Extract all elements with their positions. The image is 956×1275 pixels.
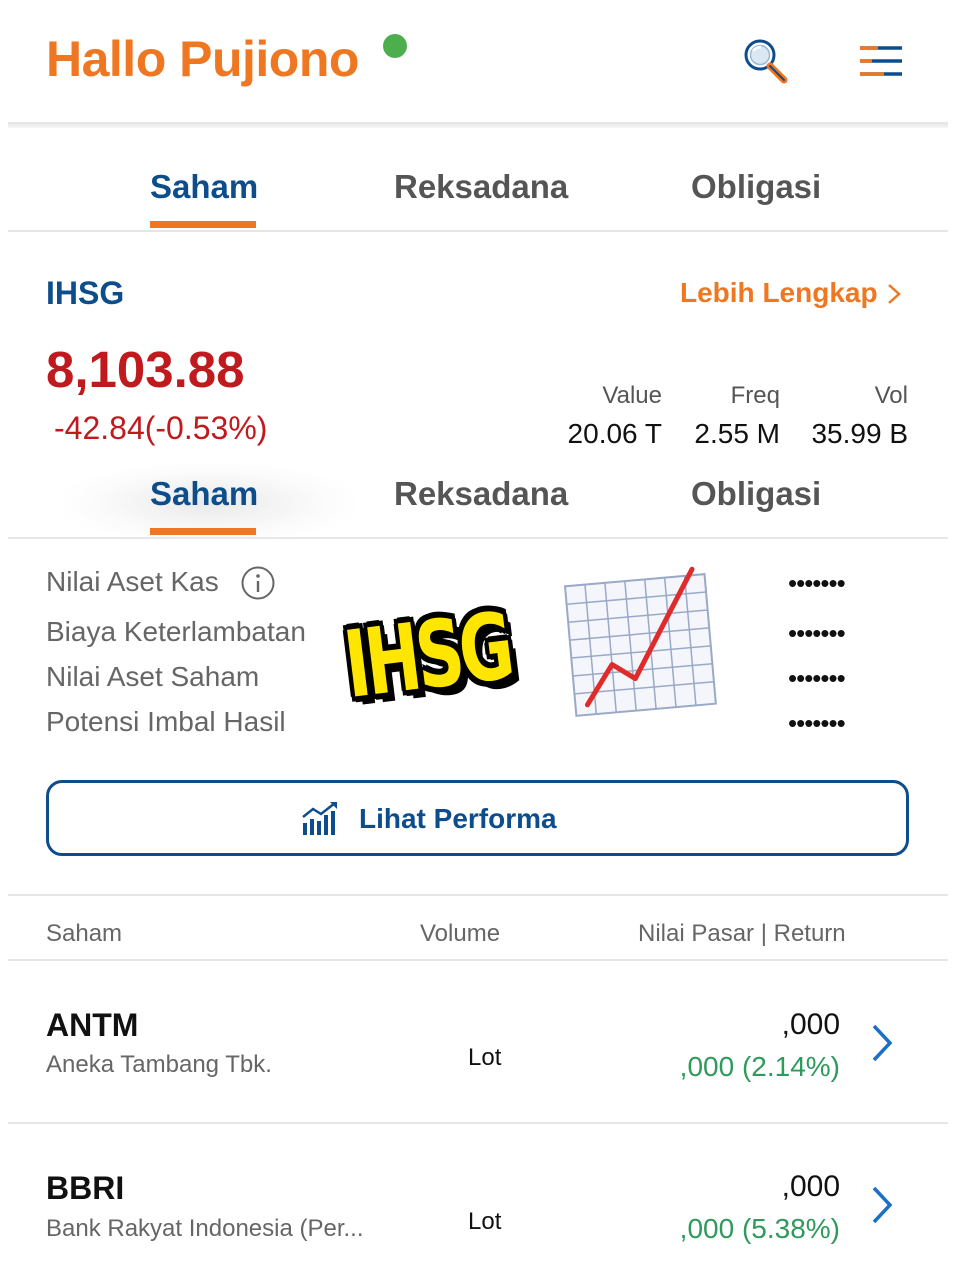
- stat-number: 20.06 T: [567, 418, 662, 449]
- header-divider: [8, 122, 948, 128]
- asset-label-potential-return: Potensi Imbal Hasil: [46, 706, 286, 737]
- chevron-right-icon[interactable]: [868, 1184, 896, 1226]
- tab-reksadana[interactable]: Reksadana: [394, 168, 568, 206]
- column-header-volume: Volume: [420, 920, 501, 947]
- section-divider: [8, 894, 948, 896]
- asset-label-late-fee: Biaya Keterlambatan: [46, 616, 306, 647]
- asset-label-kas: Nilai Aset Kas: [46, 566, 219, 597]
- stat-label: Vol: [874, 382, 908, 409]
- stat-freq: Freq 2.55 M: [680, 382, 780, 450]
- column-header-saham: Saham: [46, 920, 123, 947]
- chevron-right-icon[interactable]: [868, 1022, 896, 1064]
- return-value: ,000 (5.38%): [679, 1213, 840, 1244]
- chevron-right-icon[interactable]: [884, 282, 904, 306]
- stock-ticker: BBRI: [46, 1170, 125, 1206]
- search-icon[interactable]: [740, 36, 790, 86]
- company-name: Bank Rakyat Indonesia (Per...: [46, 1215, 364, 1242]
- market-value: ,000: [781, 1008, 840, 1041]
- index-change: -42.84(-0.53%): [54, 410, 268, 446]
- tab-reksadana[interactable]: Reksadana: [394, 475, 568, 513]
- app-header: Hallo Pujiono: [0, 0, 956, 124]
- ihsg-sticker: IHSG: [324, 577, 571, 754]
- index-value: 8,103.88: [46, 341, 245, 398]
- table-row[interactable]: BBRI Bank Rakyat Indonesia (Per... Lot ,…: [0, 1126, 956, 1275]
- tab-saham[interactable]: Saham: [150, 475, 258, 513]
- portfolio-tabs: Saham Reksadana Obligasi: [8, 455, 948, 543]
- stat-value: Value 20.06 T: [560, 382, 662, 450]
- index-name: IHSG: [46, 275, 125, 311]
- volume-unit: Lot: [468, 1208, 502, 1235]
- asset-tabs: Saham Reksadana Obligasi: [8, 148, 948, 232]
- asset-label-stock-value: Nilai Aset Saham: [46, 661, 260, 692]
- market-value: ,000: [781, 1170, 840, 1203]
- greeting-title: Hallo Pujiono: [46, 31, 359, 87]
- tab-obligasi[interactable]: Obligasi: [691, 168, 821, 206]
- masked-value: •••••••: [788, 568, 846, 598]
- masked-value: •••••••: [788, 663, 846, 693]
- online-status-dot: [383, 34, 407, 58]
- column-header-market-value: Nilai Pasar | Return: [638, 920, 846, 947]
- chart-increasing-icon: [563, 566, 717, 717]
- stat-vol: Vol 35.99 B: [790, 382, 908, 450]
- masked-value: •••••••: [788, 708, 846, 738]
- masked-value: •••••••: [788, 618, 846, 648]
- menu-icon[interactable]: [856, 36, 906, 86]
- company-name: Aneka Tambang Tbk.: [46, 1051, 272, 1078]
- return-value: ,000 (2.14%): [679, 1051, 840, 1082]
- view-performance-button[interactable]: Lihat Performa: [46, 780, 909, 856]
- header-divider: [8, 959, 948, 961]
- more-details-link[interactable]: Lebih Lengkap: [680, 277, 878, 309]
- info-icon[interactable]: [240, 565, 276, 601]
- stat-label: Value: [602, 382, 662, 409]
- tab-saham[interactable]: Saham: [150, 168, 258, 206]
- bar-chart-icon: [302, 802, 337, 835]
- stat-number: 35.99 B: [811, 418, 908, 449]
- active-tab-indicator: [150, 221, 256, 228]
- view-performance-label: Lihat Performa: [359, 803, 557, 834]
- sticker-text: IHSG: [338, 592, 516, 719]
- active-tab-indicator: [150, 528, 256, 535]
- table-row[interactable]: ANTM Aneka Tambang Tbk. Lot ,000 ,000 (2…: [0, 962, 956, 1122]
- stat-number: 2.55 M: [694, 418, 780, 449]
- stock-ticker: ANTM: [46, 1007, 139, 1043]
- stat-label: Freq: [730, 382, 780, 409]
- row-divider: [8, 1122, 948, 1124]
- tab-obligasi[interactable]: Obligasi: [691, 475, 821, 513]
- volume-unit: Lot: [468, 1044, 502, 1071]
